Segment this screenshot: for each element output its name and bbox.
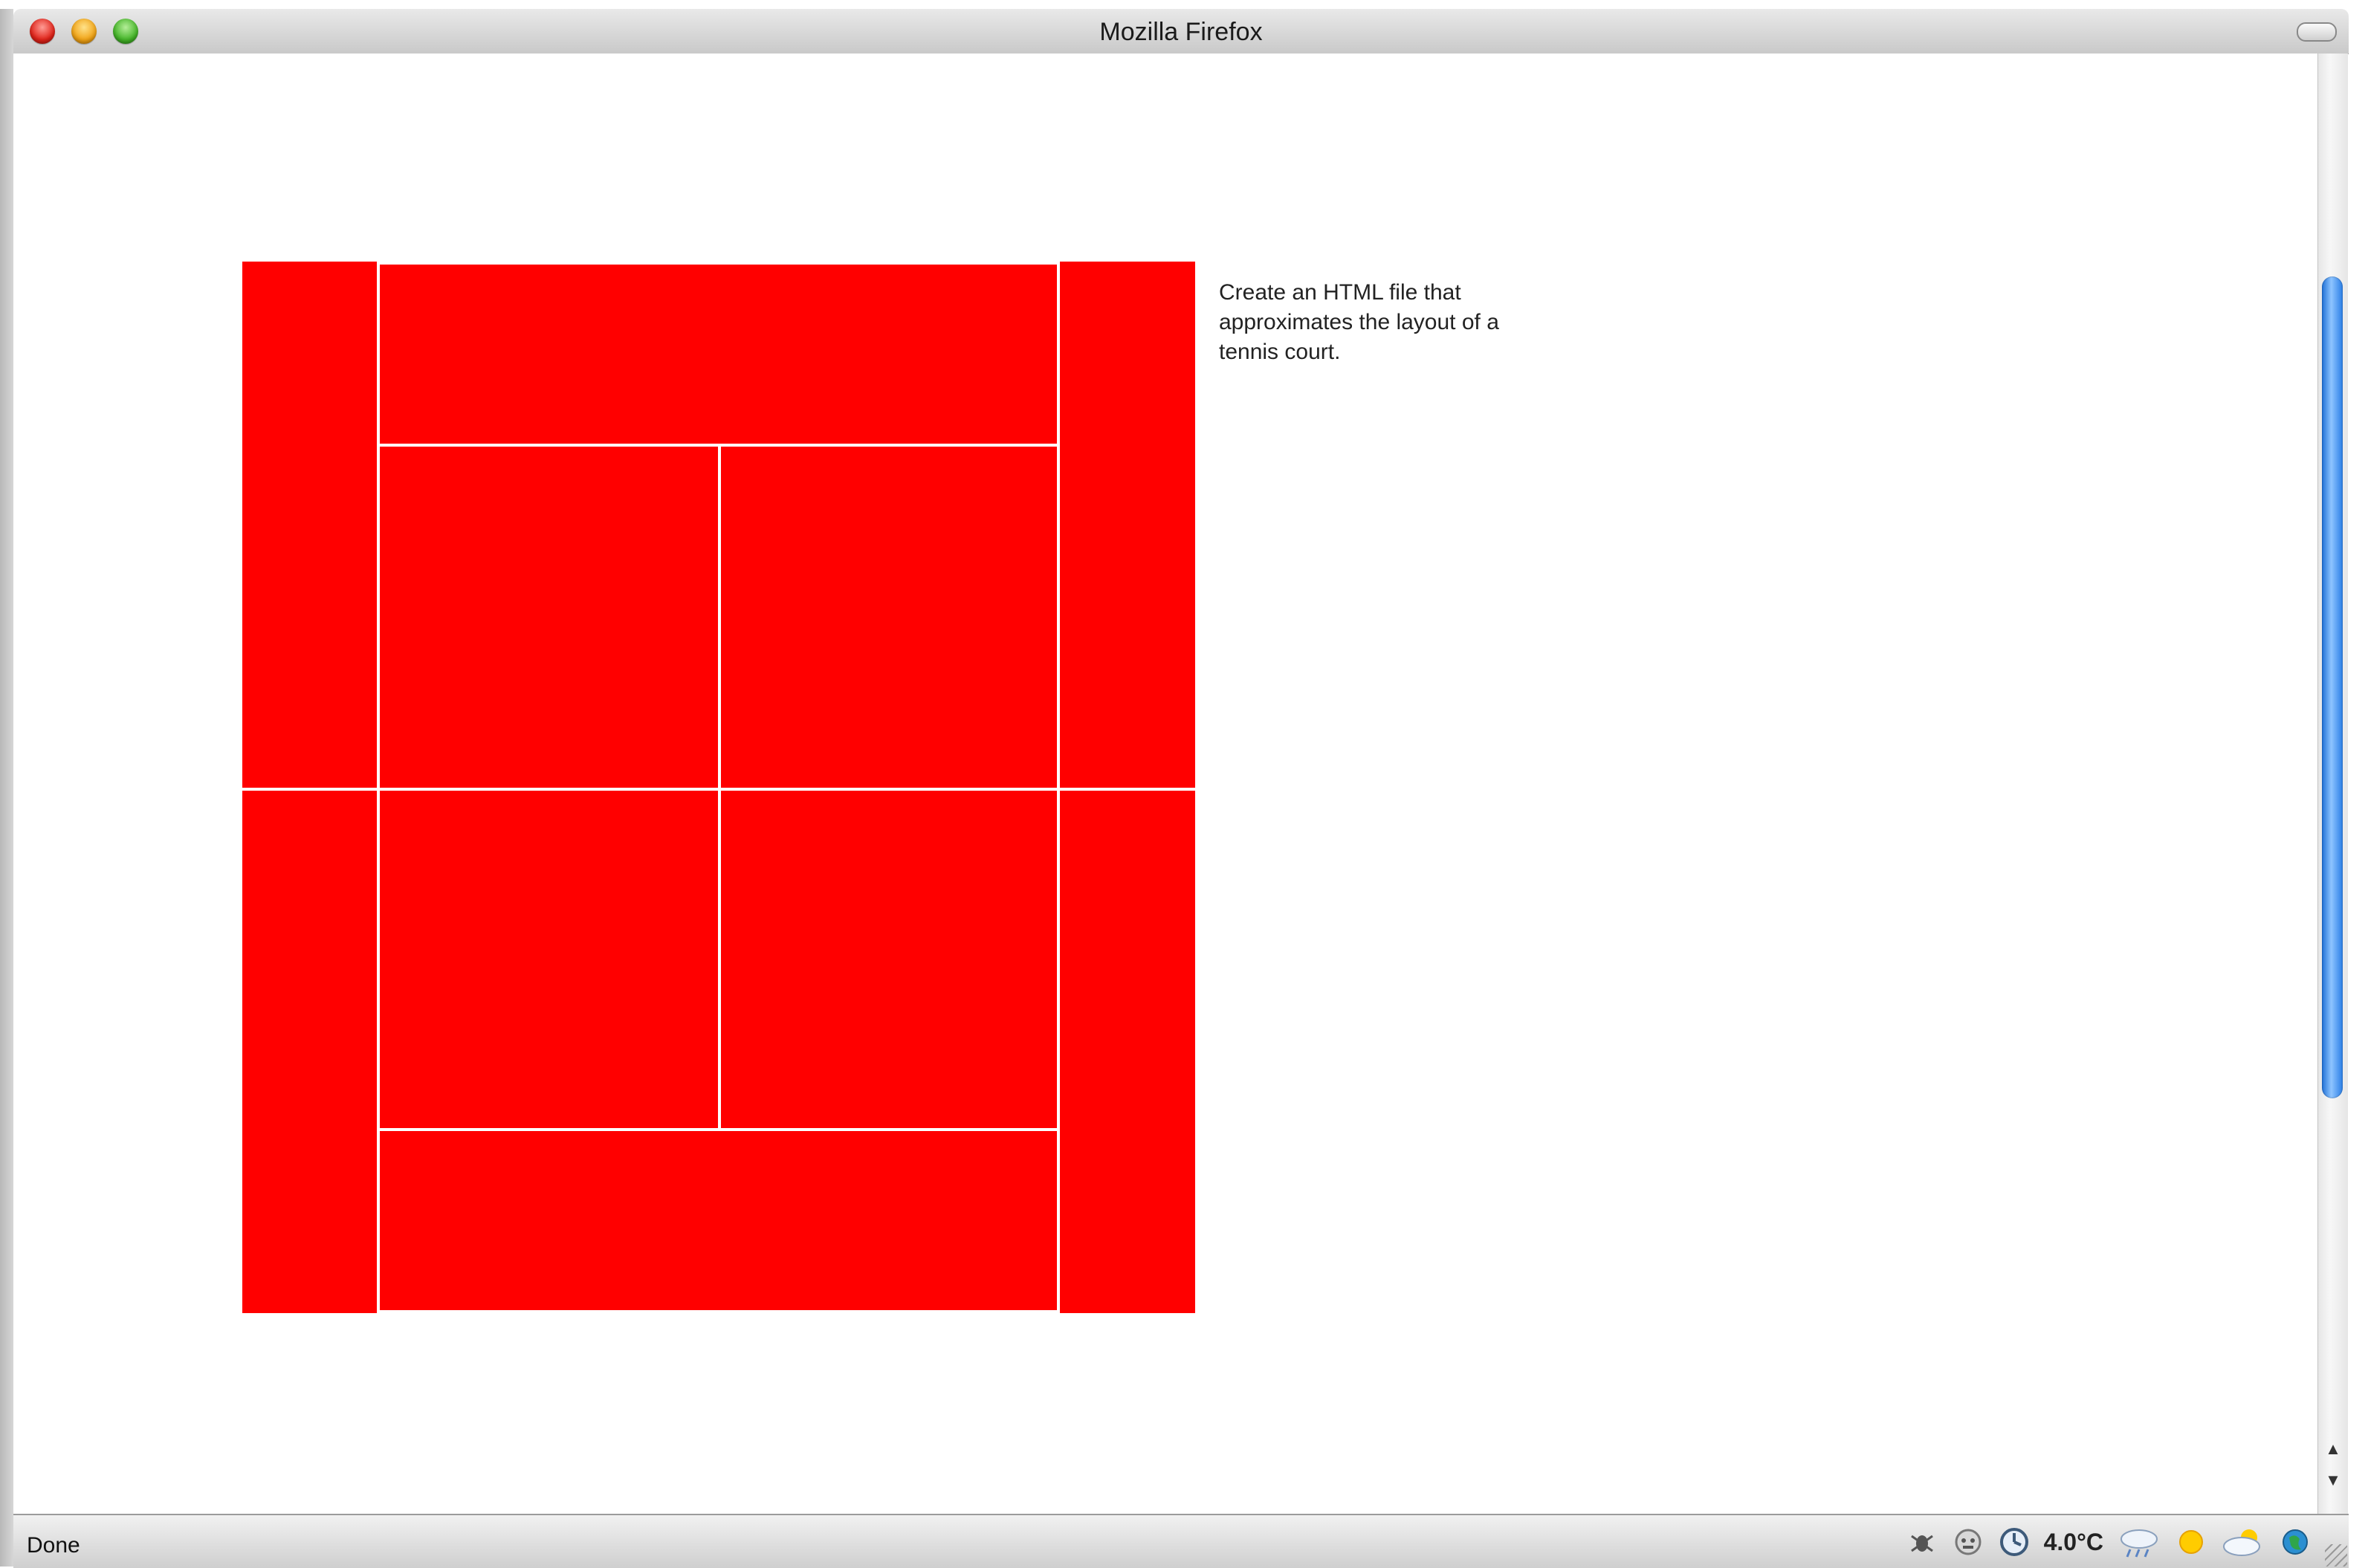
- court-service-box-top-right: [721, 447, 1057, 788]
- court-left-alley-bottom: [242, 791, 377, 1313]
- scrollbar-thumb[interactable]: [2322, 276, 2343, 1098]
- vertical-scrollbar[interactable]: ▲ ▼: [2317, 54, 2348, 1514]
- court-top-backcourt: [380, 265, 1057, 444]
- rain-cloud-icon[interactable]: [2117, 1526, 2161, 1558]
- clock-icon[interactable]: [1998, 1526, 2031, 1558]
- scroll-up-arrow[interactable]: ▲: [2318, 1434, 2348, 1464]
- sun-icon[interactable]: [2175, 1526, 2207, 1558]
- court-bottom-backcourt: [380, 1131, 1057, 1310]
- window-frame: [0, 9, 13, 1567]
- temperature-readout: 4.0°C: [2043, 1528, 2103, 1555]
- scroll-down-arrow[interactable]: ▼: [2318, 1465, 2348, 1495]
- tennis-court: [242, 262, 1209, 1313]
- status-bar-icons: 4.0°C: [1906, 1524, 2312, 1560]
- addon-icon[interactable]: [1952, 1526, 1984, 1558]
- court-left-alley-top: [242, 262, 377, 788]
- assignment-description: Create an HTML file that approximates th…: [1219, 280, 1499, 364]
- title-bar[interactable]: Mozilla Firefox: [13, 9, 2349, 54]
- partly-cloudy-icon[interactable]: [2221, 1526, 2265, 1558]
- window-resize-grip[interactable]: [2325, 1544, 2347, 1567]
- court-right-alley-bottom: [1060, 791, 1195, 1313]
- page-content: Create an HTML file that approximates th…: [13, 54, 2317, 1514]
- globe-icon[interactable]: [2279, 1526, 2312, 1558]
- toolbar-toggle-button[interactable]: [2297, 22, 2337, 42]
- court-service-box-top-left: [380, 447, 718, 788]
- window-title: Mozilla Firefox: [1099, 18, 1263, 46]
- browser-window: Mozilla Firefox Create an HTML file that…: [0, 0, 2368, 1568]
- status-bar: Done 4.0°C: [13, 1514, 2349, 1568]
- status-text: Done: [27, 1533, 80, 1558]
- bug-icon[interactable]: [1906, 1526, 1938, 1558]
- court-right-alley-top: [1060, 262, 1195, 788]
- court-service-box-bottom-left: [380, 791, 718, 1128]
- court-service-box-bottom-right: [721, 791, 1057, 1128]
